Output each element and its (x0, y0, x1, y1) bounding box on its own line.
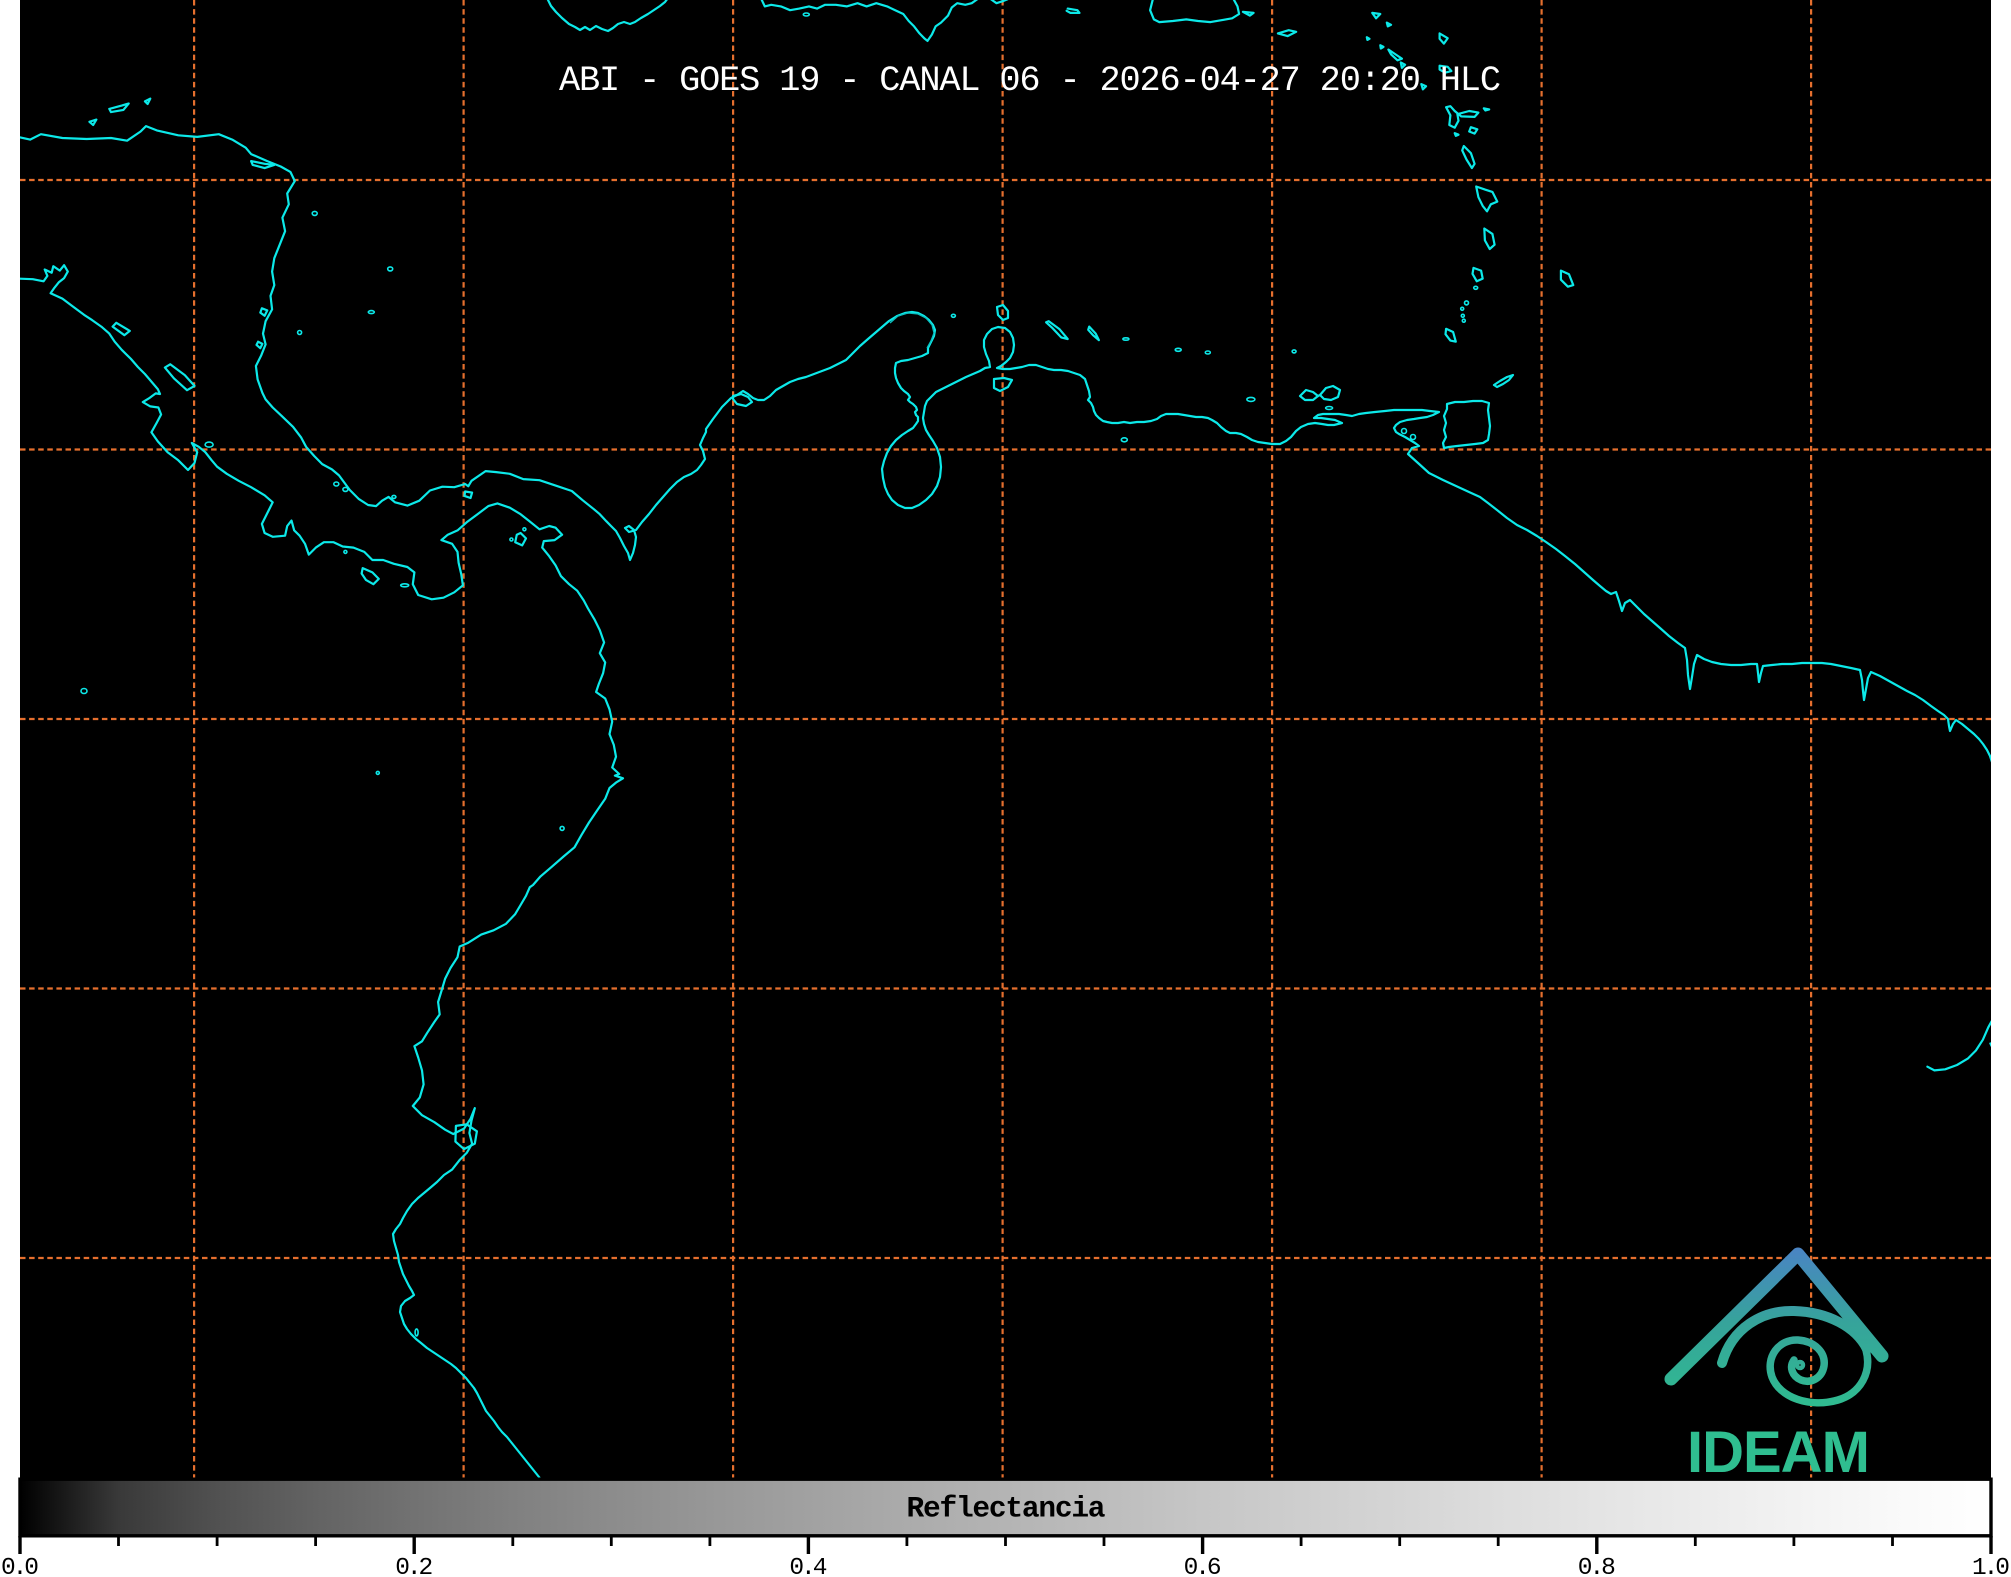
svg-text:0.4: 0.4 (789, 1555, 827, 1577)
svg-text:Reflectancia: Reflectancia (907, 1492, 1106, 1526)
svg-text:ABI - GOES 19 - CANAL 06 - 202: ABI - GOES 19 - CANAL 06 - 2026-04-27 20… (559, 61, 1501, 101)
svg-text:0.0: 0.0 (1, 1555, 39, 1577)
svg-text:0.8: 0.8 (1578, 1555, 1616, 1577)
svg-text:0.6: 0.6 (1184, 1555, 1222, 1577)
svg-text:0.2: 0.2 (395, 1555, 433, 1577)
svg-text:IDEAM: IDEAM (1687, 1420, 1869, 1485)
svg-text:1.0: 1.0 (1972, 1555, 2010, 1577)
